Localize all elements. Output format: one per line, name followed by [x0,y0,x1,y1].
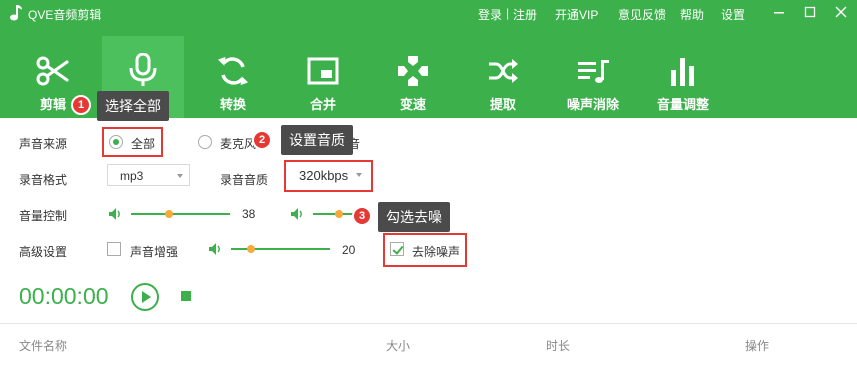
bar-chart-icon [671,58,694,86]
chevron-down-icon [356,173,362,177]
divider [0,323,857,324]
tool-label: 噪声消除 [566,97,619,112]
source-label: 声音来源 [19,137,68,151]
shuffle-icon [489,59,518,83]
callout-number: 2 [252,130,272,150]
denoise-label: 去除噪声 [412,245,461,259]
slider-knob[interactable] [165,210,173,218]
enhance-value: 20 [342,243,356,257]
help-link[interactable]: 帮助 [680,6,704,23]
enhance-label: 声音增强 [130,245,179,259]
format-value: mp3 [120,169,144,183]
callout-number: 1 [71,95,91,115]
callout-number: 3 [352,206,372,226]
speaker-icon [209,243,220,255]
format-label: 录音格式 [19,173,68,187]
format-select[interactable]: mp3 [107,164,190,186]
quality-value: 320kbps [299,168,349,183]
mic-volume-value: 38 [242,207,256,221]
tool-denoise[interactable]: 噪声消除 [552,38,634,118]
maximize-icon[interactable] [801,4,819,20]
play-icon [142,291,151,303]
enhance-checkbox[interactable] [107,242,121,256]
playlist-icon [578,60,609,83]
radio-mic[interactable] [198,135,212,149]
speaker-icon [291,208,302,220]
merge-icon [307,57,339,85]
callout-tooltip: 勾选去噪 [378,202,450,232]
slider-track [131,213,230,215]
callout-tooltip: 选择全部 [97,91,169,121]
callout-tooltip: 设置音质 [281,125,353,155]
chevron-down-icon [177,174,183,178]
vip-link[interactable]: 开通VIP [555,6,598,23]
tool-label: 变速 [399,97,426,112]
volume-label: 音量控制 [19,209,68,223]
title-bar: QVE音频剪辑 登录 | 注册 开通VIP 意见反馈 帮助 设置 [0,0,857,26]
radio-all[interactable] [109,135,123,149]
column-header-actions: 操作 [745,339,770,353]
play-button[interactable] [131,283,159,311]
quality-label: 录音音质 [220,173,269,187]
feedback-link[interactable]: 意见反馈 [618,6,666,23]
speaker-icon [109,208,120,220]
enhance-slider[interactable] [231,244,330,254]
app-title: QVE音频剪辑 [28,8,102,22]
advanced-label: 高级设置 [19,245,68,259]
slider-knob[interactable] [335,210,343,218]
minimize-icon[interactable] [770,4,788,20]
slider-track [231,248,330,250]
record-timer: 00:00:00 [19,283,109,309]
tool-extract[interactable]: 提取 [462,38,544,118]
login-link[interactable]: 登录 [478,6,502,23]
stop-button[interactable] [181,291,191,301]
speed-icon [398,56,428,86]
tool-label: 合并 [309,97,336,112]
radio-all-label: 全部 [131,137,156,151]
close-icon[interactable] [832,4,850,20]
tool-label: 转换 [219,97,246,112]
denoise-checkbox[interactable] [390,242,404,256]
tool-merge[interactable]: 合并 [282,38,364,118]
register-link[interactable]: 注册 [513,6,537,23]
tool-label: 音量调整 [656,97,709,112]
radio-mic-label: 麦克风 [220,137,257,151]
tool-volume[interactable]: 音量调整 [642,38,724,118]
link-separator: | [506,6,510,20]
tool-speed[interactable]: 变速 [372,38,454,118]
refresh-icon [217,56,249,86]
quality-select[interactable]: 320kbps [290,164,368,186]
settings-link[interactable]: 设置 [721,6,745,23]
slider-knob[interactable] [247,245,255,253]
tool-convert[interactable]: 转换 [192,38,274,118]
microphone-icon [129,53,157,86]
tool-label: 提取 [489,97,516,112]
column-header-size: 大小 [386,339,411,353]
scissors-icon [36,56,69,86]
column-header-duration: 时长 [546,339,571,353]
mic-volume-slider[interactable] [131,209,230,219]
music-note-icon [10,5,22,21]
column-header-name: 文件名称 [19,339,68,353]
